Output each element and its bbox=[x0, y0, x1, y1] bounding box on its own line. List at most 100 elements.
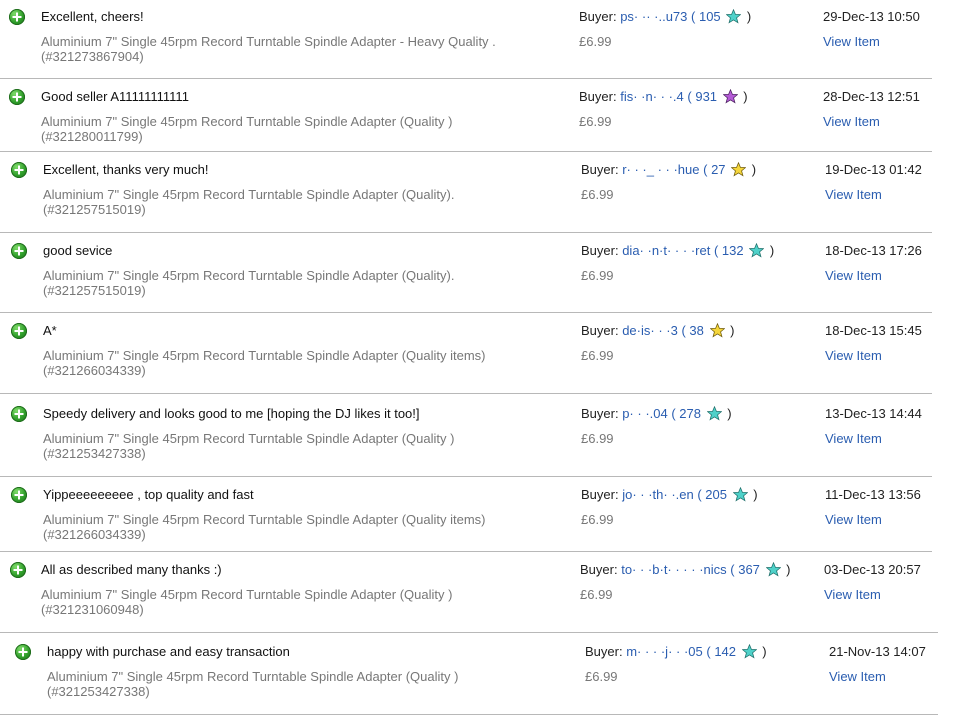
positive-feedback-icon bbox=[10, 562, 26, 578]
feedback-date: 18-Dec-13 15:45 bbox=[825, 323, 922, 338]
item-title-text: Aluminium 7" Single 45rpm Record Turntab… bbox=[43, 268, 455, 283]
view-item-link[interactable]: View Item bbox=[825, 431, 882, 446]
item-title: Aluminium 7" Single 45rpm Record Turntab… bbox=[43, 512, 583, 542]
item-title-text: Aluminium 7" Single 45rpm Record Turntab… bbox=[47, 669, 459, 684]
positive-feedback-icon bbox=[11, 162, 27, 178]
buyer-feedback-score[interactable]: 27 bbox=[711, 162, 725, 177]
item-title-text: Aluminium 7" Single 45rpm Record Turntab… bbox=[43, 431, 455, 446]
buyer-feedback-score[interactable]: 205 bbox=[705, 487, 727, 502]
item-title-text: Aluminium 7" Single 45rpm Record Turntab… bbox=[41, 587, 453, 602]
buyer-feedback-score[interactable]: 38 bbox=[689, 323, 703, 338]
turquoise-star-icon bbox=[749, 243, 765, 258]
buyer-name-link[interactable]: dia· ·n·t· · · ·ret bbox=[622, 243, 710, 258]
buyer-feedback-score[interactable]: 105 bbox=[699, 9, 721, 24]
item-price: £6.99 bbox=[581, 512, 614, 527]
item-title: Aluminium 7" Single 45rpm Record Turntab… bbox=[47, 669, 587, 699]
item-title: Aluminium 7" Single 45rpm Record Turntab… bbox=[43, 431, 583, 461]
buyer-label: Buyer: bbox=[580, 562, 618, 577]
item-number: (#321257515019) bbox=[43, 202, 146, 217]
buyer-feedback-score[interactable]: 132 bbox=[722, 243, 744, 258]
view-item-link[interactable]: View Item bbox=[823, 34, 880, 49]
feedback-date: 03-Dec-13 20:57 bbox=[824, 562, 921, 577]
item-price: £6.99 bbox=[579, 114, 612, 129]
view-item-link[interactable]: View Item bbox=[823, 114, 880, 129]
item-title: Aluminium 7" Single 45rpm Record Turntab… bbox=[43, 268, 583, 298]
positive-feedback-icon bbox=[9, 89, 25, 105]
buyer-label: Buyer: bbox=[581, 243, 619, 258]
buyer-label: Buyer: bbox=[579, 89, 617, 104]
item-number: (#321253427338) bbox=[47, 684, 150, 699]
item-title-text: Aluminium 7" Single 45rpm Record Turntab… bbox=[43, 512, 486, 527]
buyer-feedback-score[interactable]: 278 bbox=[679, 406, 701, 421]
item-price: £6.99 bbox=[580, 587, 613, 602]
buyer-label: Buyer: bbox=[581, 323, 619, 338]
feedback-row: All as described many thanks :) Aluminiu… bbox=[0, 553, 932, 629]
item-title: Aluminium 7" Single 45rpm Record Turntab… bbox=[41, 114, 581, 144]
buyer-name-link[interactable]: p· · ·.04 bbox=[622, 406, 668, 421]
turquoise-star-icon bbox=[732, 487, 748, 502]
buyer-label: Buyer: bbox=[581, 406, 619, 421]
turquoise-star-icon bbox=[765, 562, 781, 577]
feedback-date: 28-Dec-13 12:51 bbox=[823, 89, 920, 104]
buyer-name-link[interactable]: jo· · ·th· ·.en bbox=[622, 487, 694, 502]
feedback-date: 11-Dec-13 13:56 bbox=[825, 487, 921, 502]
view-item-link[interactable]: View Item bbox=[825, 268, 882, 283]
feedback-date: 29-Dec-13 10:50 bbox=[823, 9, 920, 24]
feedback-row: Excellent, cheers! Aluminium 7" Single 4… bbox=[0, 0, 932, 76]
feedback-row: Speedy delivery and looks good to me [ho… bbox=[0, 397, 932, 473]
feedback-row: A* Aluminium 7" Single 45rpm Record Turn… bbox=[0, 314, 932, 390]
item-number: (#321280011799) bbox=[41, 129, 143, 144]
item-number: (#321231060948) bbox=[41, 602, 144, 617]
positive-feedback-icon bbox=[11, 243, 27, 259]
buyer-info: Buyer: m· · · ·j· · ·05 ( 142 ) bbox=[585, 644, 767, 659]
item-title-text: Aluminium 7" Single 45rpm Record Turntab… bbox=[41, 114, 453, 129]
feedback-row: happy with purchase and easy transaction… bbox=[0, 635, 940, 711]
positive-feedback-icon bbox=[11, 323, 27, 339]
feedback-comment: Yippeeeeeeeee , top quality and fast bbox=[43, 487, 254, 502]
buyer-info: Buyer: ps· ·· ·..u73 ( 105 ) bbox=[579, 9, 752, 24]
yellow-star-icon bbox=[731, 162, 747, 177]
feedback-row: good sevice Aluminium 7" Single 45rpm Re… bbox=[0, 234, 932, 310]
view-item-link[interactable]: View Item bbox=[825, 187, 882, 202]
buyer-info: Buyer: jo· · ·th· ·.en ( 205 ) bbox=[581, 487, 758, 502]
item-price: £6.99 bbox=[581, 268, 614, 283]
feedback-row: Yippeeeeeeeee , top quality and fast Alu… bbox=[0, 478, 932, 554]
feedback-comment: Excellent, cheers! bbox=[41, 9, 144, 24]
feedback-row: Excellent, thanks very much! Aluminium 7… bbox=[0, 153, 932, 229]
item-title: Aluminium 7" Single 45rpm Record Turntab… bbox=[41, 34, 581, 64]
view-item-link[interactable]: View Item bbox=[829, 669, 886, 684]
view-item-link[interactable]: View Item bbox=[825, 348, 882, 363]
purple-star-icon bbox=[722, 89, 738, 104]
feedback-date: 19-Dec-13 01:42 bbox=[825, 162, 922, 177]
row-divider bbox=[0, 476, 932, 477]
row-divider bbox=[0, 551, 932, 552]
feedback-comment: Excellent, thanks very much! bbox=[43, 162, 209, 177]
feedback-comment: All as described many thanks :) bbox=[41, 562, 222, 577]
buyer-name-link[interactable]: ps· ·· ·..u73 bbox=[620, 9, 687, 24]
item-price: £6.99 bbox=[579, 34, 612, 49]
item-price: £6.99 bbox=[581, 187, 614, 202]
yellow-star-icon bbox=[709, 323, 725, 338]
row-divider bbox=[0, 232, 932, 233]
buyer-feedback-score[interactable]: 142 bbox=[714, 644, 736, 659]
view-item-link[interactable]: View Item bbox=[825, 512, 882, 527]
buyer-info: Buyer: p· · ·.04 ( 278 ) bbox=[581, 406, 732, 421]
turquoise-star-icon bbox=[741, 644, 757, 659]
buyer-info: Buyer: de·is· · ·3 ( 38 ) bbox=[581, 323, 735, 338]
buyer-name-link[interactable]: r· · ·_ · · ·hue bbox=[622, 162, 699, 177]
view-item-link[interactable]: View Item bbox=[824, 587, 881, 602]
feedback-comment: Good seller A11111111111 bbox=[41, 89, 189, 104]
buyer-feedback-score[interactable]: 931 bbox=[695, 89, 717, 104]
item-price: £6.99 bbox=[581, 348, 614, 363]
buyer-info: Buyer: to· · ·b·t· · · · ·nics ( 367 ) bbox=[580, 562, 791, 577]
buyer-name-link[interactable]: fis· ·n· · ·.4 bbox=[620, 89, 684, 104]
buyer-name-link[interactable]: m· · · ·j· · ·05 bbox=[626, 644, 703, 659]
feedback-comment: happy with purchase and easy transaction bbox=[47, 644, 290, 659]
item-number: (#321257515019) bbox=[43, 283, 146, 298]
buyer-name-link[interactable]: de·is· · ·3 bbox=[622, 323, 678, 338]
buyer-feedback-score[interactable]: 367 bbox=[738, 562, 760, 577]
row-divider bbox=[0, 312, 932, 313]
item-title-text: Aluminium 7" Single 45rpm Record Turntab… bbox=[43, 348, 486, 363]
buyer-name-link[interactable]: to· · ·b·t· · · · ·nics bbox=[621, 562, 726, 577]
positive-feedback-icon bbox=[11, 406, 27, 422]
